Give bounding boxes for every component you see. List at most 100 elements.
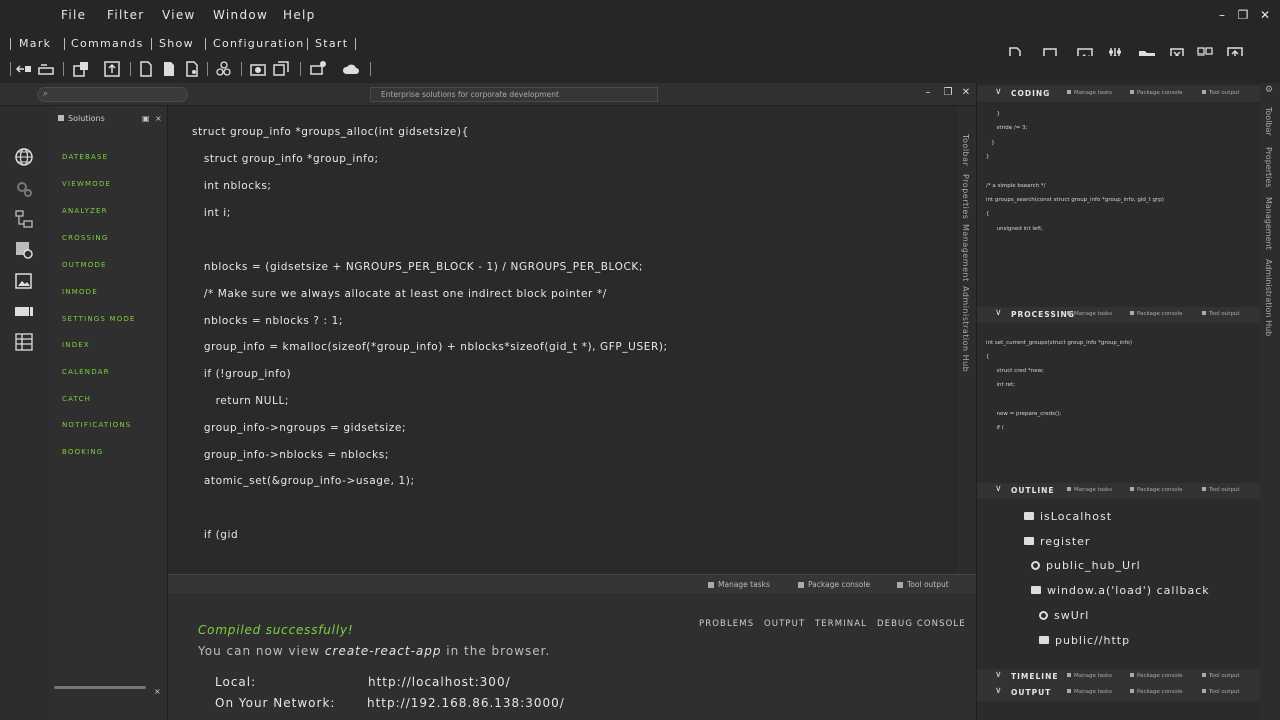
solution-item-analyzer[interactable]: ANALYZER — [62, 207, 108, 215]
cloud-icon[interactable] — [342, 60, 360, 78]
side-tab-toolbar[interactable]: Toolbar — [961, 134, 970, 166]
scroll-close-icon[interactable]: × — [154, 687, 161, 696]
solutions-pin-icon[interactable]: ▣ — [142, 114, 150, 123]
menu-show[interactable]: Show — [159, 37, 194, 50]
monitor-icon[interactable] — [14, 302, 34, 322]
side-tab-management[interactable]: Management — [1264, 197, 1273, 250]
outline-panel-header[interactable]: ∨ OUTLINE Manage tasks Package console T… — [977, 483, 1261, 499]
network-icon[interactable] — [215, 60, 233, 78]
manage-tasks-tab[interactable]: Manage tasks — [708, 580, 770, 589]
globe-icon[interactable] — [14, 147, 34, 167]
package-console-link[interactable]: Package console — [1130, 689, 1183, 695]
camera-icon[interactable] — [249, 60, 267, 78]
output-panel-header[interactable]: ∨ OUTPUT Manage tasks Package console To… — [977, 685, 1261, 701]
side-tab-properties[interactable]: Properties — [1264, 147, 1273, 187]
menu-file[interactable]: File — [61, 8, 86, 22]
side-tab-toolbar[interactable]: Toolbar — [1264, 107, 1273, 136]
horizontal-scrollbar[interactable] — [54, 686, 146, 689]
chevron-down-icon[interactable]: ∨ — [995, 686, 1002, 696]
tool-output-tab[interactable]: Tool output — [897, 580, 949, 589]
local-url[interactable]: http://localhost:300/ — [368, 675, 511, 689]
menu-window[interactable]: Window — [213, 8, 268, 22]
outline-item[interactable]: window.a('load') callback — [1031, 584, 1210, 597]
export-icon[interactable] — [103, 60, 121, 78]
coding-panel-header[interactable]: ∨ CODING Manage tasks Package console To… — [977, 86, 1261, 102]
restore-button[interactable]: ❐ — [1235, 7, 1251, 23]
solution-item-viewmode[interactable]: VIEWMODE — [62, 180, 111, 188]
minimize-button[interactable]: – — [1214, 7, 1230, 23]
panel-close-button[interactable]: ✕ — [959, 87, 973, 98]
solution-item-outmode[interactable]: OUTMODE — [62, 261, 107, 269]
close-button[interactable]: ✕ — [1257, 7, 1273, 23]
menu-configuration[interactable]: Configuration — [213, 37, 305, 50]
solution-item-calendar[interactable]: CALENDAR — [62, 368, 110, 376]
manage-tasks-link[interactable]: Manage tasks — [1067, 487, 1112, 493]
search-box[interactable]: ⌕ — [37, 87, 188, 102]
solution-item-booking[interactable]: BOOKING — [62, 448, 103, 456]
tool-output-link[interactable]: Tool output — [1202, 689, 1240, 695]
outline-item[interactable]: isLocalhost — [1024, 510, 1112, 523]
document-copy-icon[interactable] — [160, 60, 178, 78]
side-tab-administration-hub[interactable]: Administration Hub — [961, 286, 970, 372]
solution-item-inmode[interactable]: INMODE — [62, 288, 98, 296]
package-console-link[interactable]: Package console — [1130, 311, 1183, 317]
side-tab-properties[interactable]: Properties — [961, 174, 970, 219]
picture-icon[interactable] — [14, 271, 34, 291]
package-console-link[interactable]: Package console — [1130, 673, 1183, 679]
terminal-panel[interactable]: PROBLEMS OUTPUT TERMINAL DEBUG CONSOLE C… — [168, 593, 976, 720]
tool-output-link[interactable]: Tool output — [1202, 311, 1240, 317]
package-console-link[interactable]: Package console — [1130, 487, 1183, 493]
tab-output[interactable]: OUTPUT — [764, 619, 805, 629]
processing-panel-header[interactable]: ∨ PROCESSING Manage tasks Package consol… — [977, 307, 1261, 323]
document-icon[interactable] — [137, 60, 155, 78]
solution-item-notifications[interactable]: NOTIFICATIONS — [62, 421, 131, 429]
tab-problems[interactable]: PROBLEMS — [699, 619, 754, 629]
chevron-down-icon[interactable]: ∨ — [995, 484, 1002, 494]
panel-restore-button[interactable]: ❐ — [941, 87, 955, 98]
panel-minimize-button[interactable]: – — [921, 87, 935, 98]
tool-output-link[interactable]: Tool output — [1202, 673, 1240, 679]
settings-gear-icon[interactable] — [14, 179, 34, 199]
settings-gear-icon[interactable]: ⚙ — [1264, 85, 1274, 95]
tab-terminal[interactable]: TERMINAL — [815, 619, 867, 629]
monitor-settings-icon[interactable] — [309, 60, 327, 78]
solution-item-index[interactable]: INDEX — [62, 341, 90, 349]
document-search-icon[interactable] — [183, 60, 201, 78]
menu-help[interactable]: Help — [283, 8, 316, 22]
tool-output-link[interactable]: Tool output — [1202, 90, 1240, 96]
move-right-icon[interactable] — [37, 60, 55, 78]
nodes-icon[interactable] — [14, 209, 34, 229]
solution-item-datebase[interactable]: DATEBASE — [62, 153, 108, 161]
manage-tasks-link[interactable]: Manage tasks — [1067, 673, 1112, 679]
outline-item[interactable]: register — [1024, 535, 1090, 548]
image-search-icon[interactable] — [14, 240, 34, 260]
solution-item-crossing[interactable]: CROSSING — [62, 234, 108, 242]
chevron-down-icon[interactable]: ∨ — [995, 670, 1002, 680]
list-panel-icon[interactable] — [14, 332, 34, 352]
menu-filter[interactable]: Filter — [107, 8, 145, 22]
timeline-panel-header[interactable]: ∨ TIMELINE Manage tasks Package console … — [977, 669, 1261, 685]
menu-view[interactable]: View — [162, 8, 196, 22]
tool-output-link[interactable]: Tool output — [1202, 487, 1240, 493]
package-console-link[interactable]: Package console — [1130, 90, 1183, 96]
search-input[interactable] — [54, 88, 184, 101]
solutions-close-icon[interactable]: × — [155, 114, 162, 123]
side-tab-administration-hub[interactable]: Administration Hub — [1264, 259, 1273, 336]
menu-mark[interactable]: Mark — [19, 37, 51, 50]
outline-item[interactable]: public//http — [1039, 634, 1130, 647]
solution-item-settings-mode[interactable]: SETTINGS MODE — [62, 315, 136, 323]
layers-icon[interactable] — [72, 60, 90, 78]
menu-commands[interactable]: Commands — [71, 37, 144, 50]
package-console-tab[interactable]: Package console — [798, 580, 870, 589]
code-editor[interactable]: struct group_info *groups_alloc(int gids… — [168, 106, 958, 574]
move-left-icon[interactable] — [15, 60, 33, 78]
windows-icon[interactable] — [272, 60, 290, 78]
manage-tasks-link[interactable]: Manage tasks — [1067, 311, 1112, 317]
manage-tasks-link[interactable]: Manage tasks — [1067, 90, 1112, 96]
side-tab-management[interactable]: Management — [961, 224, 970, 282]
solution-item-catch[interactable]: CATCH — [62, 395, 91, 403]
menu-start[interactable]: Start — [315, 37, 348, 50]
tab-debug-console[interactable]: DEBUG CONSOLE — [877, 619, 966, 629]
outline-item[interactable]: public_hub_Url — [1031, 559, 1141, 572]
outline-item[interactable]: swUrl — [1039, 609, 1089, 622]
